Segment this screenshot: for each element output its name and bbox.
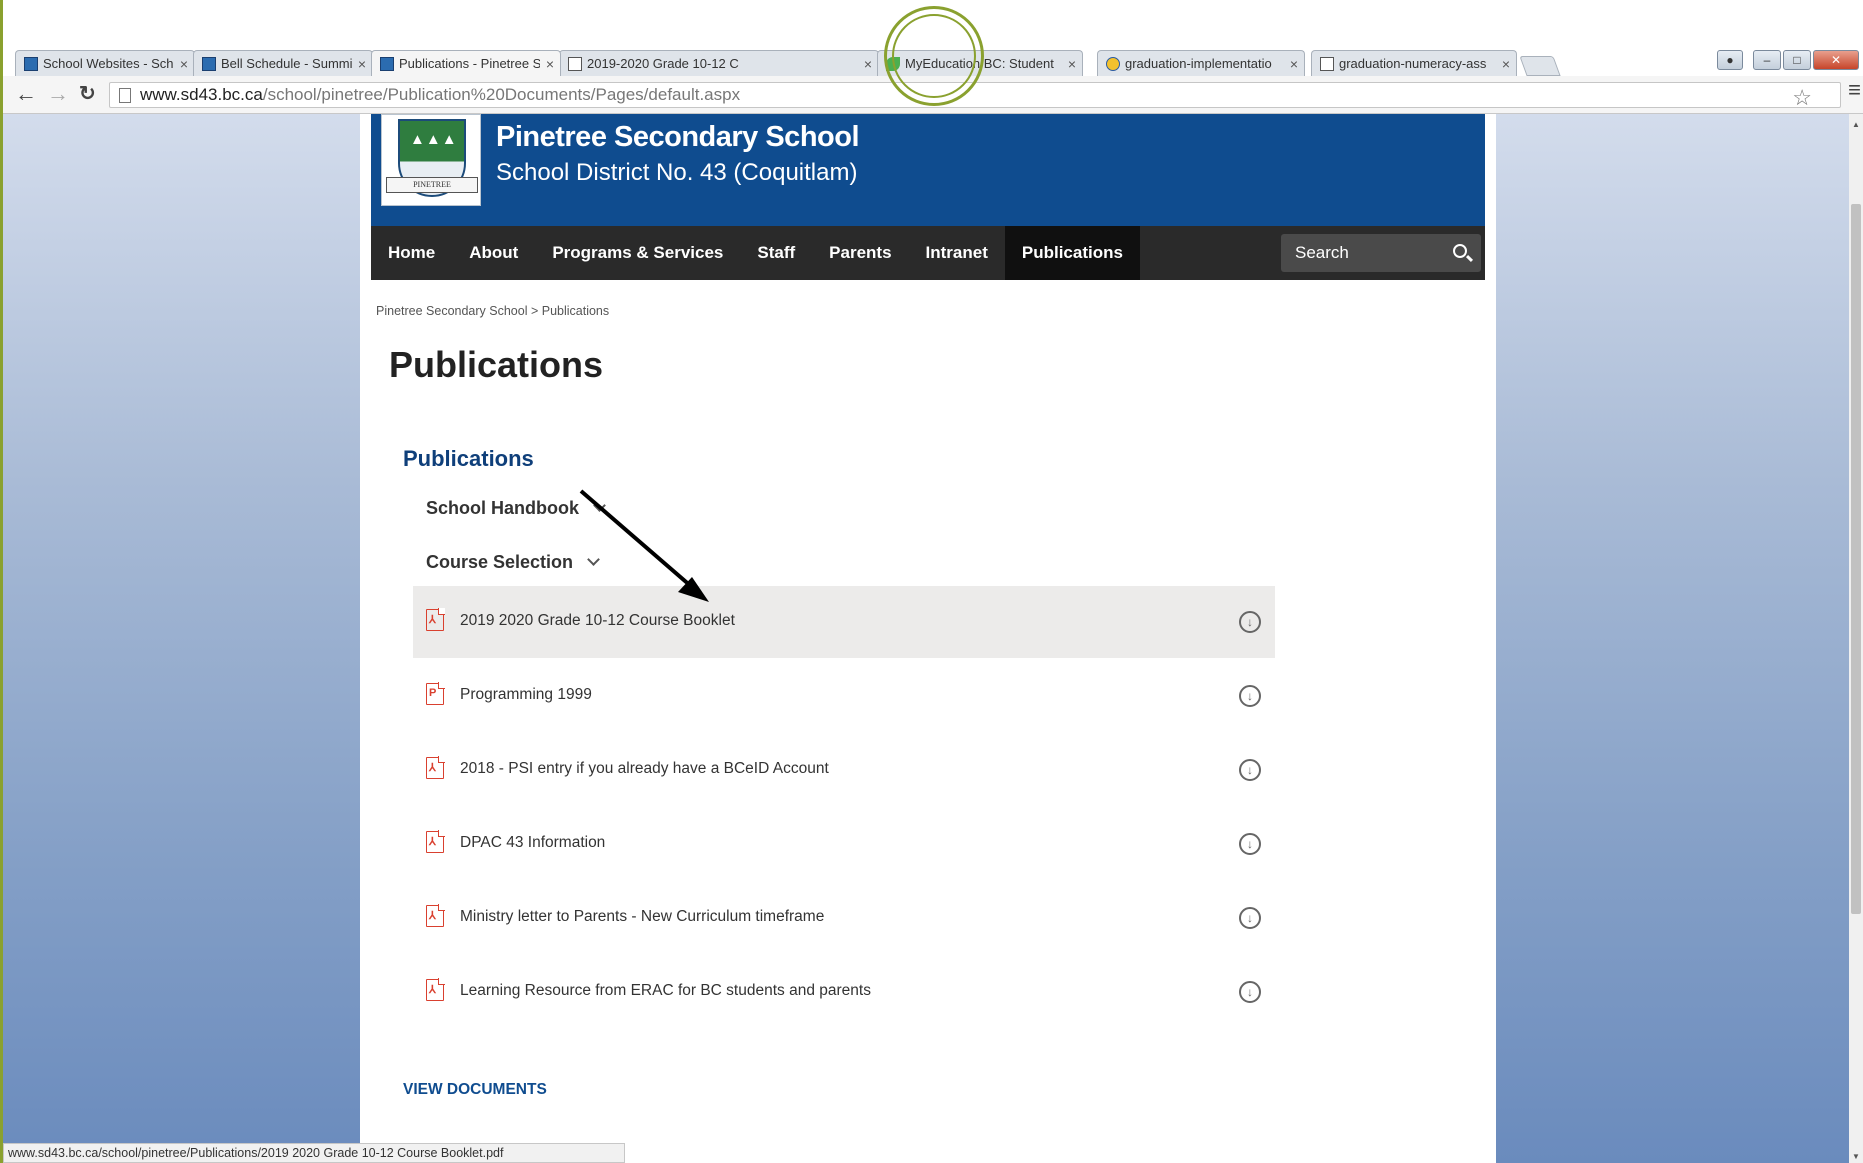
document-icon (568, 56, 582, 71)
page-title: Publications (389, 344, 604, 385)
nav-item-home[interactable]: Home (371, 226, 452, 280)
group-label: Course Selection (426, 552, 574, 572)
document-row[interactable]: ⅄ Learning Resource from ERAC for BC stu… (413, 956, 1275, 1028)
nav-item-parents[interactable]: Parents (812, 226, 908, 280)
nav-item-staff[interactable]: Staff (740, 226, 812, 280)
sd43-icon (24, 56, 38, 71)
maximize-icon[interactable]: □ (1783, 50, 1811, 70)
pdf-icon: ⅄ (426, 608, 445, 631)
school-name[interactable]: Pinetree Secondary School (496, 121, 860, 154)
url-path: /school/pinetree/Publication%20Documents… (262, 85, 741, 104)
document-row[interactable]: ⅄ DPAC 43 Information ↓ (413, 808, 1275, 880)
search-icon[interactable] (1453, 244, 1467, 258)
tab-title: School Websites - School (43, 56, 174, 71)
slide-decoration-circle (892, 14, 976, 98)
document-title[interactable]: Ministry letter to Parents - New Curricu… (460, 908, 824, 926)
download-icon[interactable]: ↓ (1239, 611, 1261, 633)
sd43-icon (202, 56, 216, 71)
page-icon (119, 88, 131, 103)
url-domain: www.sd43.bc.ca (140, 85, 263, 104)
back-arrow-icon[interactable]: ← (15, 83, 37, 105)
nav-item-programs-services[interactable]: Programs & Services (535, 226, 740, 280)
nav-item-intranet[interactable]: Intranet (909, 226, 1005, 280)
main-nav: Home About Programs & Services Staff Par… (371, 226, 1485, 280)
sd43-icon (380, 56, 394, 71)
close-icon[interactable]: × (358, 56, 366, 72)
document-icon (1320, 56, 1334, 71)
site-header: ▲▲▲ PINETREE Pinetree Secondary School S… (371, 114, 1485, 226)
page-scrollbar[interactable]: ▲ ▼ (1849, 114, 1863, 1163)
browser-tab-active[interactable]: Publications - Pinetree Se × (371, 50, 561, 76)
browser-menu-icon[interactable]: ≡ (1848, 77, 1861, 103)
pdf-icon: ⅄ (426, 904, 445, 927)
search-input[interactable]: Search (1281, 234, 1481, 272)
tree-icon: ▲▲▲ (410, 131, 458, 148)
close-icon[interactable]: × (180, 56, 188, 72)
document-row[interactable]: ⅄ Ministry letter to Parents - New Curri… (413, 882, 1275, 942)
chevron-down-icon (593, 499, 606, 512)
nav-item-about[interactable]: About (452, 226, 535, 280)
section-title: Publications (403, 446, 534, 471)
status-bar: www.sd43.bc.ca/school/pinetree/Publicati… (3, 1143, 625, 1163)
view-documents-link[interactable]: VIEW DOCUMENTS (403, 1081, 547, 1099)
pdf-icon: ⅄ (426, 978, 445, 1001)
document-row[interactable]: ⅄ 2019 2020 Grade 10-12 Course Booklet ↓ (413, 586, 1275, 658)
status-url: www.sd43.bc.ca/school/pinetree/Publicati… (8, 1146, 504, 1160)
close-icon[interactable]: × (864, 56, 872, 72)
browser-tab[interactable]: graduation-numeracy-ass × (1311, 50, 1517, 76)
close-icon[interactable]: × (546, 56, 554, 72)
group-toggle-school-handbook[interactable]: School Handbook (426, 498, 606, 519)
tab-title: Publications - Pinetree Se (399, 56, 540, 71)
document-title[interactable]: 2019 2020 Grade 10-12 Course Booklet (460, 612, 735, 630)
bookmark-star-icon[interactable]: ☆ (1792, 85, 1812, 111)
reload-icon[interactable]: ↻ (79, 83, 96, 105)
pdf-icon: ⅄ (426, 830, 445, 853)
group-toggle-course-selection[interactable]: Course Selection (426, 552, 600, 573)
document-title[interactable]: 2018 - PSI entry if you already have a B… (460, 760, 829, 778)
forward-arrow-icon[interactable]: → (47, 83, 69, 105)
profile-icon[interactable]: ● (1717, 50, 1743, 70)
scroll-up-arrow-icon[interactable]: ▲ (1852, 120, 1860, 129)
download-icon[interactable]: ↓ (1239, 833, 1261, 855)
pdf-icon: ⅄ (426, 756, 445, 779)
window-close-icon[interactable]: ✕ (1813, 50, 1859, 70)
school-crest-logo[interactable]: ▲▲▲ PINETREE (381, 114, 481, 206)
document-title[interactable]: DPAC 43 Information (460, 834, 605, 852)
publisher-file-icon: P (426, 682, 445, 705)
new-tab-button[interactable] (1519, 56, 1561, 76)
document-title[interactable]: Programming 1999 (460, 686, 592, 704)
browser-tab[interactable]: Bell Schedule - Summit M × (193, 50, 373, 76)
scrollbar-thumb[interactable] (1851, 204, 1861, 914)
browser-tab[interactable]: 2019-2020 Grade 10-12 C × (559, 50, 879, 76)
tab-title: 2019-2020 Grade 10-12 C (587, 56, 739, 71)
scroll-down-arrow-icon[interactable]: ▼ (1852, 1152, 1860, 1161)
district-name: School District No. 43 (Coquitlam) (496, 159, 858, 186)
download-icon[interactable]: ↓ (1239, 981, 1261, 1003)
close-icon[interactable]: × (1068, 56, 1076, 72)
tab-title: graduation-numeracy-ass (1339, 56, 1487, 71)
group-label: School Handbook (426, 498, 579, 518)
document-title[interactable]: Learning Resource from ERAC for BC stude… (460, 982, 871, 1000)
search-placeholder: Search (1295, 243, 1349, 262)
browser-tab[interactable]: School Websites - School × (15, 50, 195, 76)
document-row[interactable]: ⅄ 2018 - PSI entry if you already have a… (413, 734, 1275, 806)
nav-item-publications[interactable]: Publications (1004, 226, 1140, 280)
tab-title: graduation-implementatio (1125, 56, 1272, 71)
close-icon[interactable]: × (1502, 56, 1510, 72)
tab-title: Bell Schedule - Summit M (221, 56, 352, 71)
download-icon[interactable]: ↓ (1239, 907, 1261, 929)
crest-ribbon: PINETREE (386, 177, 478, 193)
minimize-icon[interactable]: – (1753, 50, 1781, 70)
address-bar[interactable]: www.sd43.bc.ca/school/pinetree/Publicati… (109, 82, 1841, 111)
browser-tab[interactable]: graduation-implementatio × (1097, 50, 1305, 76)
bc-gov-icon (1106, 56, 1120, 71)
chevron-down-icon (587, 553, 600, 566)
download-icon[interactable]: ↓ (1239, 759, 1261, 781)
breadcrumb[interactable]: Pinetree Secondary School > Publications (376, 304, 609, 318)
download-icon[interactable]: ↓ (1239, 685, 1261, 707)
close-icon[interactable]: × (1290, 56, 1298, 72)
document-row[interactable]: P Programming 1999 ↓ (413, 660, 1275, 732)
